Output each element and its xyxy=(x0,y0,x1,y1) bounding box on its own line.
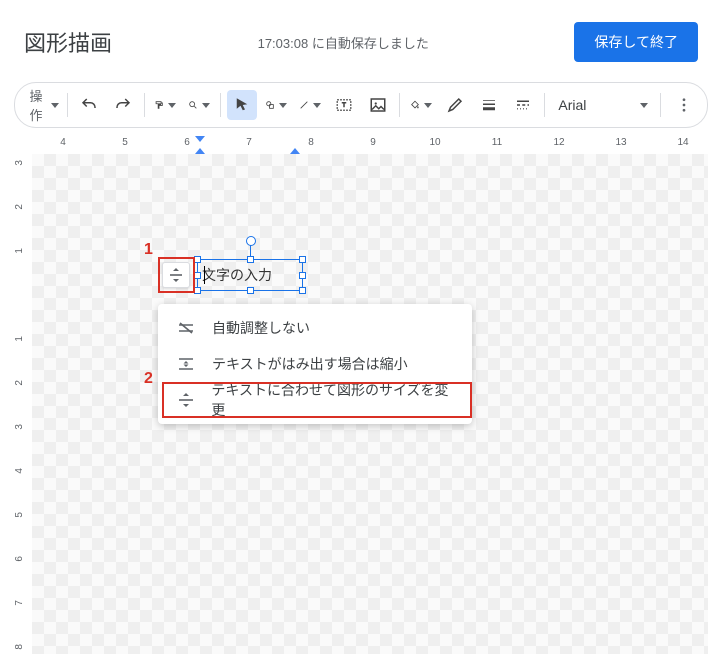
menu-item-resize-to-text[interactable]: テキストに合わせて図形のサイズを変更 xyxy=(158,382,472,418)
menu-item-label: テキストがはみ出す場合は縮小 xyxy=(212,354,408,374)
drawing-canvas[interactable]: 文字の入力 1 xyxy=(32,154,708,654)
resize-handle-bm[interactable] xyxy=(247,287,254,294)
separator xyxy=(67,93,68,117)
ruler-number: 8 xyxy=(14,644,32,650)
pencil-icon xyxy=(446,96,464,114)
ruler-number: 14 xyxy=(652,137,708,148)
ruler-number: 4 xyxy=(14,468,32,474)
autofit-icon xyxy=(168,268,184,282)
menu-item-label: テキストに合わせて図形のサイズを変更 xyxy=(211,380,456,420)
text-box-content: 文字の入力 xyxy=(202,265,272,285)
no-autofit-icon xyxy=(174,321,198,335)
ruler-number: 7 xyxy=(14,600,32,606)
textbox-icon xyxy=(335,96,353,114)
shrink-overflow-icon xyxy=(174,357,198,371)
select-tool-button[interactable] xyxy=(227,90,257,120)
undo-button[interactable] xyxy=(74,90,104,120)
border-weight-button[interactable] xyxy=(474,90,504,120)
line-tool-button[interactable] xyxy=(295,90,325,120)
dialog-header: 図形描画 17:03:08 に自動保存しました 保存して終了 xyxy=(0,0,722,82)
ruler-number: 4 xyxy=(32,137,94,148)
cursor-icon xyxy=(233,96,251,114)
toolbar: 操作 xyxy=(14,82,708,128)
separator xyxy=(544,93,545,117)
paint-bucket-icon xyxy=(410,96,420,114)
separator xyxy=(144,93,145,117)
autosave-status: 17:03:08 に自動保存しました xyxy=(258,33,429,52)
ruler-number: 6 xyxy=(14,556,32,562)
dialog-title: 図形描画 xyxy=(24,26,112,58)
rotate-handle[interactable] xyxy=(246,236,256,246)
zoom-icon xyxy=(188,96,198,114)
ruler-number: 11 xyxy=(466,137,528,148)
insert-image-button[interactable] xyxy=(363,90,393,120)
ruler-number: 1 xyxy=(14,248,32,254)
ruler-number: 5 xyxy=(14,512,32,518)
font-family-label: Arial xyxy=(558,97,586,113)
workspace: 4 5 6 7 8 9 10 11 12 13 14 3 2 1 1 2 3 xyxy=(14,136,708,654)
image-icon xyxy=(369,96,387,114)
ruler-number: 2 xyxy=(14,204,32,210)
separator xyxy=(399,93,400,117)
ruler-number: 12 xyxy=(528,137,590,148)
resize-handle-tr[interactable] xyxy=(299,256,306,263)
autofit-popover-button[interactable] xyxy=(162,262,190,288)
paint-roller-icon xyxy=(154,96,164,114)
ruler-number: 8 xyxy=(280,137,342,148)
separator xyxy=(660,93,661,117)
ruler-number: 5 xyxy=(94,137,156,148)
ruler-number: 7 xyxy=(218,137,280,148)
actions-menu-button[interactable]: 操作 xyxy=(23,90,61,120)
horizontal-ruler[interactable]: 4 5 6 7 8 9 10 11 12 13 14 xyxy=(32,136,708,154)
resize-handle-tl[interactable] xyxy=(194,256,201,263)
undo-icon xyxy=(80,96,98,114)
line-icon xyxy=(299,96,309,114)
ruler-number: 10 xyxy=(404,137,466,148)
menu-item-no-autofit[interactable]: 自動調整しない xyxy=(158,310,472,346)
fill-color-button[interactable] xyxy=(406,90,436,120)
resize-handle-tm[interactable] xyxy=(247,256,254,263)
separator xyxy=(220,93,221,117)
autofit-dropdown: 自動調整しない テキストがはみ出す場合は縮小 テキストに合わせて図形のサイズを変… xyxy=(158,304,472,424)
redo-icon xyxy=(114,96,132,114)
ruler-number: 2 xyxy=(14,380,32,386)
menu-item-label: 自動調整しない xyxy=(212,318,310,338)
annotation-marker-1: 1 xyxy=(144,241,153,259)
line-weight-icon xyxy=(480,96,498,114)
text-caret xyxy=(204,266,205,284)
ruler-number: 13 xyxy=(590,137,652,148)
more-options-button[interactable] xyxy=(669,90,699,120)
ruler-number: 6 xyxy=(156,137,218,148)
redo-button[interactable] xyxy=(108,90,138,120)
line-dash-icon xyxy=(514,96,532,114)
resize-handle-mr[interactable] xyxy=(299,272,306,279)
resize-to-text-icon xyxy=(174,393,197,407)
border-dash-button[interactable] xyxy=(508,90,538,120)
menu-item-shrink-overflow[interactable]: テキストがはみ出す場合は縮小 xyxy=(158,346,472,382)
paint-format-button[interactable] xyxy=(150,90,180,120)
ruler-number: 9 xyxy=(342,137,404,148)
ruler-number: 3 xyxy=(14,160,32,166)
resize-handle-ml[interactable] xyxy=(194,272,201,279)
textbox-tool-button[interactable] xyxy=(329,90,359,120)
font-family-select[interactable]: Arial xyxy=(548,91,656,119)
zoom-button[interactable] xyxy=(184,90,214,120)
selected-text-box[interactable]: 文字の入力 xyxy=(197,259,303,291)
more-vertical-icon xyxy=(675,96,693,114)
annotation-marker-2: 2 xyxy=(144,370,153,388)
resize-handle-br[interactable] xyxy=(299,287,306,294)
save-and-close-button[interactable]: 保存して終了 xyxy=(574,22,698,62)
shape-tool-button[interactable] xyxy=(261,90,291,120)
shapes-icon xyxy=(265,96,275,114)
resize-handle-bl[interactable] xyxy=(194,287,201,294)
indent-marker-top[interactable] xyxy=(195,136,205,142)
vertical-ruler[interactable]: 3 2 1 1 2 3 4 5 6 7 8 xyxy=(14,154,32,654)
chevron-down-icon xyxy=(640,103,648,108)
ruler-number: 3 xyxy=(14,424,32,430)
ruler-number: 1 xyxy=(14,336,32,342)
border-color-button[interactable] xyxy=(440,90,470,120)
